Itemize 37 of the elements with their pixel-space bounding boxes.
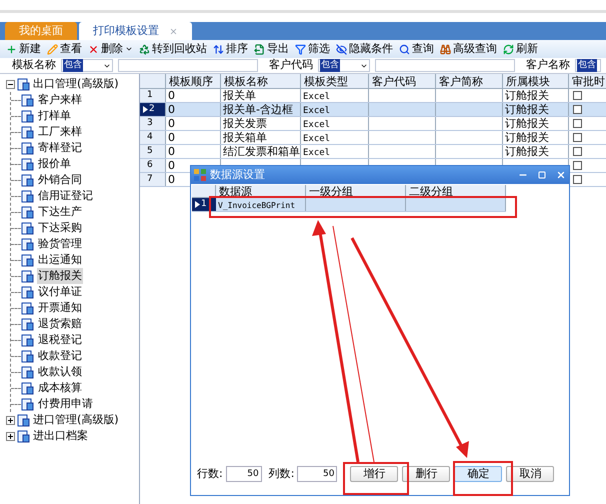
row-number: 7	[147, 172, 153, 186]
table-cell: 订舱报关	[505, 89, 549, 102]
table-cell: 0	[168, 103, 175, 116]
table-cell: Excel	[303, 134, 330, 144]
table-cell: 0	[168, 117, 175, 130]
field-label: 列数:	[268, 466, 294, 482]
row-number: 5	[147, 144, 153, 158]
filter-label: 客户名称	[526, 57, 570, 74]
row-number: 4	[147, 130, 153, 144]
row-number: 1	[147, 88, 153, 102]
table-cell: 订舱报关	[505, 103, 549, 116]
table-cell: 报关箱单	[223, 131, 267, 144]
table-cell: 0	[168, 159, 175, 172]
table-cell: Excel	[303, 120, 330, 130]
filter-label: 客户代码	[269, 57, 313, 74]
dialog-title: 数据源设置	[210, 166, 266, 183]
row-number: 1	[201, 198, 207, 211]
table-cell: 报关发票	[223, 117, 267, 130]
table-cell: 0	[168, 173, 175, 186]
table-cell: 报关单	[223, 89, 256, 102]
row-number: 3	[147, 116, 153, 130]
table-cell: 订舱报关	[505, 145, 549, 158]
table-cell: 订舱报关	[505, 117, 549, 130]
row-number: 6	[147, 158, 153, 172]
table-cell: 订舱报关	[505, 131, 549, 144]
table-cell: 0	[168, 131, 175, 144]
table-cell: Excel	[303, 106, 330, 116]
table-cell: Excel	[303, 148, 330, 158]
table-cell: 0	[168, 89, 175, 102]
row-number: 2	[149, 102, 155, 116]
filter-label: 模板名称	[12, 57, 56, 74]
table-cell: Excel	[303, 92, 330, 102]
table-cell: 0	[168, 145, 175, 158]
table-cell: 报关单-含边框	[223, 103, 293, 116]
field-label: 行数:	[197, 466, 223, 482]
table-cell: 结汇发票和箱单	[223, 145, 300, 158]
table-cell: V_InvoiceBGPrint	[218, 201, 296, 210]
